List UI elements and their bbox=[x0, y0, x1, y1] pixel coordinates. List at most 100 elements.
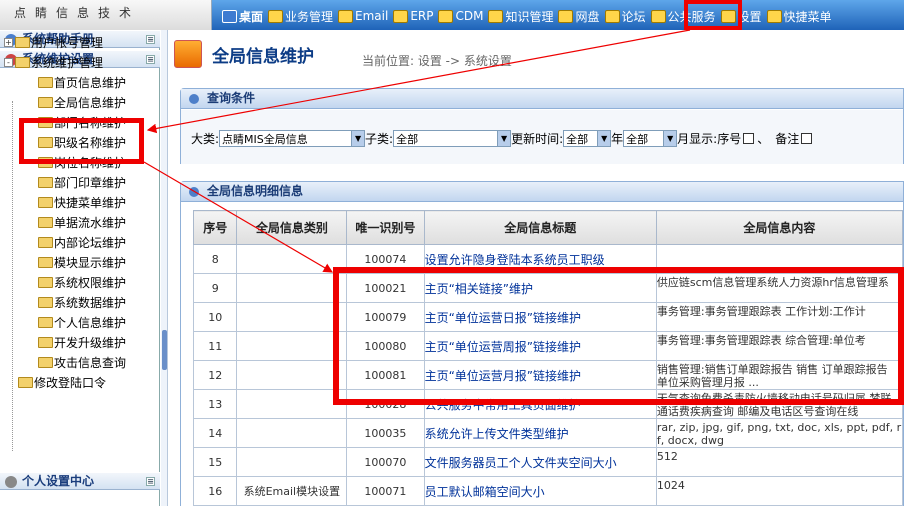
cell-cat bbox=[236, 302, 348, 332]
sidebar-item-label: 首页信息维护 bbox=[54, 75, 127, 90]
nav-item-email[interactable]: Email bbox=[338, 9, 388, 23]
table-highlight-box bbox=[333, 267, 904, 405]
user-icon bbox=[5, 476, 17, 488]
year-label: 年 bbox=[611, 132, 624, 146]
sidebar-section-personal[interactable]: 个人设置中心 ≡ bbox=[0, 472, 160, 490]
cell-cat bbox=[236, 244, 348, 274]
sidebar-item-label: 快捷菜单维护 bbox=[54, 195, 127, 210]
cell-content: rar, zip, jpg, gif, png, txt, doc, xls, … bbox=[655, 418, 904, 448]
nav-item-cdm[interactable]: CDM bbox=[438, 9, 483, 23]
section-title: 个人设置中心 bbox=[22, 474, 95, 488]
cell-id: 100035 bbox=[346, 418, 425, 448]
sidebar-item[interactable]: 首页信息维护 bbox=[38, 72, 126, 92]
sidebar-item-label: 系统维护管理 bbox=[31, 55, 104, 70]
note-checkbox[interactable] bbox=[801, 133, 813, 144]
settings-highlight-box bbox=[684, 0, 742, 30]
desktop-icon bbox=[222, 9, 237, 23]
column-header[interactable]: 全局信息类别 bbox=[236, 210, 348, 245]
nav-label: 业务管理 bbox=[285, 9, 334, 24]
tree-line bbox=[12, 101, 13, 451]
cell-cat bbox=[236, 447, 348, 477]
cell-id: 100071 bbox=[346, 476, 425, 506]
nav-item-netdisk[interactable]: 网盘 bbox=[558, 8, 600, 25]
cell-seq: 16 bbox=[192, 476, 238, 506]
splitter-handle[interactable] bbox=[162, 330, 167, 370]
sidebar-item[interactable]: 全局信息维护 bbox=[38, 92, 126, 112]
cell-title[interactable]: 系统允许上传文件类型维护 bbox=[423, 418, 657, 448]
table-row[interactable]: 14 100035 系统允许上传文件类型维护 rar, zip, jpg, gif, … bbox=[192, 418, 904, 448]
nav-label: CDM bbox=[455, 9, 484, 23]
sidebar-item[interactable]: - 系统维护管理 bbox=[4, 52, 103, 72]
collapse-icon[interactable]: - bbox=[4, 57, 13, 67]
nav-label: ERP bbox=[410, 9, 434, 23]
collapse-icon[interactable]: ≡ bbox=[146, 477, 155, 486]
query-panel: 查询条件 大类: 点睛MIS全局信息 ▼ 子类: 全部 ▼ 更新时间: 全部 ▼ 年 … bbox=[180, 88, 904, 164]
subcategory-label: 子类: bbox=[365, 132, 394, 146]
query-title: 查询条件 bbox=[207, 91, 256, 105]
folder-icon bbox=[38, 236, 53, 248]
sidebar-item[interactable]: + 用户帐号管理 bbox=[4, 32, 103, 52]
column-header[interactable]: 唯一识别号 bbox=[346, 210, 425, 245]
folder-icon bbox=[38, 316, 53, 328]
nav-item-forum[interactable]: 论坛 bbox=[604, 8, 646, 25]
top-bar: 点睛信息技术 桌面 业务管理 Email ERP CDM 知识管理 网盘 论坛 公共服务 设置 快捷… bbox=[0, 0, 904, 30]
cell-title[interactable]: 员工默认邮箱空间大小 bbox=[423, 476, 657, 506]
expand-icon[interactable]: + bbox=[4, 37, 13, 47]
sidebar-splitter[interactable] bbox=[161, 30, 168, 506]
folder-icon bbox=[38, 76, 53, 88]
query-body: 大类: 点睛MIS全局信息 ▼ 子类: 全部 ▼ 更新时间: 全部 ▼ 年 全部 ▼ 月… bbox=[181, 110, 903, 164]
nav-item-business[interactable]: 业务管理 bbox=[268, 8, 333, 25]
month-label: 月 bbox=[677, 132, 690, 146]
column-header[interactable]: 序号 bbox=[192, 210, 238, 245]
sidebar-item-label: 部门印章维护 bbox=[54, 175, 127, 190]
sidebar-item[interactable]: 快捷菜单维护 bbox=[38, 192, 126, 212]
folder-icon bbox=[38, 196, 53, 208]
subcategory-value: 全部 bbox=[396, 132, 419, 146]
nav-item-knowledge[interactable]: 知识管理 bbox=[488, 8, 553, 25]
cell-cat bbox=[236, 360, 348, 390]
category-value: 点睛MIS全局信息 bbox=[222, 132, 308, 146]
chevron-down-icon: ▼ bbox=[663, 131, 677, 146]
email-icon bbox=[338, 9, 354, 23]
nav-item-desktop[interactable]: 桌面 bbox=[222, 8, 263, 25]
sidebar-item[interactable]: 攻击信息查询 bbox=[38, 352, 126, 372]
separator: 、 bbox=[757, 132, 770, 146]
sidebar-item[interactable]: 模块显示维护 bbox=[38, 252, 126, 272]
knowledge-icon bbox=[488, 9, 504, 23]
cell-title[interactable]: 文件服务器员工个人文件夹空间大小 bbox=[423, 447, 657, 477]
seq-checkbox[interactable] bbox=[743, 133, 755, 144]
quick-menu-icon bbox=[766, 9, 782, 23]
sidebar-item[interactable]: 内部论坛维护 bbox=[38, 232, 126, 252]
table-row[interactable]: 15 100070 文件服务器员工个人文件夹空间大小 512 bbox=[192, 447, 904, 477]
logo-text: 点睛信息技术 bbox=[14, 6, 141, 20]
sidebar-item[interactable]: 个人信息维护 bbox=[38, 312, 126, 332]
year-select[interactable]: 全部 ▼ bbox=[563, 130, 612, 147]
nav-item-quick-menu[interactable]: 快捷菜单 bbox=[766, 8, 832, 25]
cell-content: 1024 bbox=[655, 476, 904, 506]
sidebar-item[interactable]: 系统权限维护 bbox=[38, 272, 126, 292]
sidebar-item[interactable]: 开发升级维护 bbox=[38, 332, 126, 352]
collapse-icon[interactable]: ≡ bbox=[146, 55, 155, 64]
table-row[interactable]: 16 系统Email模块设置 100071 员工默认邮箱空间大小 1024 bbox=[192, 476, 904, 506]
nav-item-erp[interactable]: ERP bbox=[393, 9, 433, 23]
business-icon bbox=[268, 9, 284, 23]
sidebar-item[interactable]: 单据流水维护 bbox=[38, 212, 126, 232]
subcategory-select[interactable]: 全部 ▼ bbox=[393, 130, 512, 147]
category-select[interactable]: 点睛MIS全局信息 ▼ bbox=[219, 130, 366, 147]
sidebar-item[interactable]: 部门印章维护 bbox=[38, 172, 126, 192]
column-header[interactable]: 全局信息标题 bbox=[423, 210, 657, 245]
column-header[interactable]: 全局信息内容 bbox=[655, 210, 904, 245]
sidebar-item-label: 个人信息维护 bbox=[54, 315, 127, 330]
sidebar-item[interactable]: 系统数据维护 bbox=[38, 292, 126, 312]
detail-panel-header: 全局信息明细信息 bbox=[181, 182, 903, 202]
chevron-down-icon: ▼ bbox=[597, 131, 611, 146]
sidebar-item-label: 开发升级维护 bbox=[54, 335, 127, 350]
month-select[interactable]: 全部 ▼ bbox=[623, 130, 678, 147]
cell-seq: 14 bbox=[192, 418, 238, 448]
nav-label: 桌面 bbox=[239, 9, 264, 24]
year-value: 全部 bbox=[566, 132, 589, 146]
cell-content: 512 bbox=[655, 447, 904, 477]
sidebar-item[interactable]: 修改登陆口令 bbox=[18, 372, 106, 392]
collapse-icon[interactable]: ≡ bbox=[146, 35, 155, 44]
sidebar-item-label: 攻击信息查询 bbox=[54, 355, 127, 370]
